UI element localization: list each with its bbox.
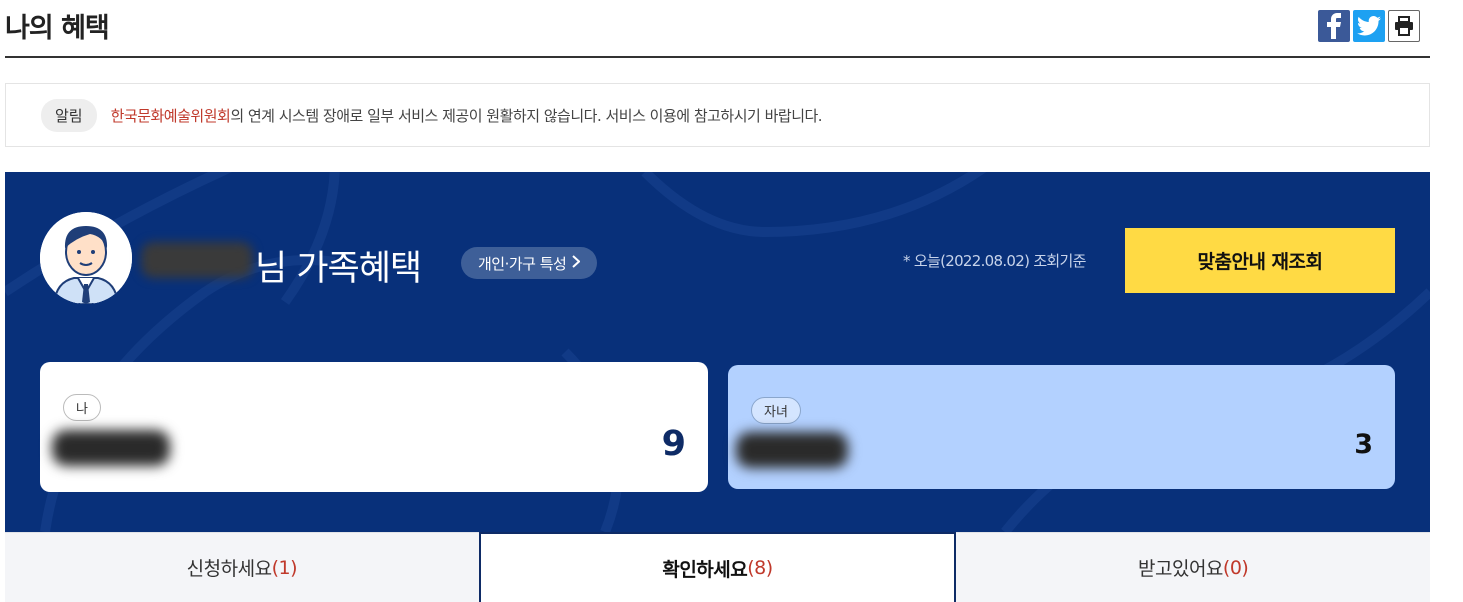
member-benefit-count: 9 [661, 424, 686, 464]
member-card-me[interactable]: 나 9 [40, 362, 708, 492]
facebook-icon[interactable] [1318, 10, 1350, 42]
tab-count: (8) [747, 557, 773, 579]
share-toolbar [1318, 10, 1420, 42]
page-header: 나의 혜택 [5, 0, 1430, 58]
refresh-recommendation-button[interactable]: 맞춤안내 재조회 [1125, 228, 1395, 293]
profile-characteristics-button[interactable]: 개인·가구 특성 [461, 247, 598, 279]
chevron-right-icon [572, 254, 581, 272]
tab-label: 신청하세요 [186, 558, 272, 580]
member-name-redacted [52, 430, 170, 466]
member-tag: 자녀 [751, 397, 801, 424]
notice-bar: 알림 한국문화예술위원회의 연계 시스템 장애로 일부 서비스 제공이 원활하지… [5, 83, 1430, 147]
notice-text: 한국문화예술위원회의 연계 시스템 장애로 일부 서비스 제공이 원활하지 않습… [110, 105, 823, 126]
benefit-tabs: 신청하세요 (1) 확인하세요 (8) 받고있어요 (0) [5, 532, 1431, 602]
member-name-redacted [736, 432, 848, 468]
twitter-icon[interactable] [1353, 10, 1385, 42]
tab-label: 확인하세요 [662, 558, 748, 581]
tab-count: (0) [1222, 556, 1249, 579]
print-icon[interactable] [1388, 10, 1420, 42]
notice-badge: 알림 [41, 98, 97, 132]
page-title: 나의 혜택 [5, 13, 110, 44]
tab-label: 받고있어요 [1138, 558, 1223, 580]
family-benefit-panel: 님 가족혜택 개인·가구 특성 * 오늘(2022.08.02) 조회기준 맞춤… [5, 172, 1430, 532]
benefit-headline: 님 가족혜택 [255, 249, 422, 289]
tab-apply[interactable]: 신청하세요 (1) [5, 532, 479, 602]
profile-button-label: 개인·가구 특성 [478, 254, 567, 273]
tab-receiving[interactable]: 받고있어요 (0) [956, 532, 1431, 602]
user-avatar [40, 212, 132, 304]
member-card-child[interactable]: 자녀 3 [728, 365, 1395, 489]
tab-check[interactable]: 확인하세요 (8) [478, 532, 957, 602]
tab-count: (1) [271, 556, 298, 579]
notice-organization: 한국문화예술위원회 [110, 106, 231, 125]
member-tag: 나 [63, 394, 101, 421]
query-date: * 오늘(2022.08.02) 조회기준 [903, 252, 1086, 270]
notice-message: 의 연계 시스템 장애로 일부 서비스 제공이 원활하지 않습니다. 서비스 이… [230, 106, 823, 125]
member-benefit-count: 3 [1354, 429, 1373, 460]
user-name-redacted [141, 242, 253, 278]
